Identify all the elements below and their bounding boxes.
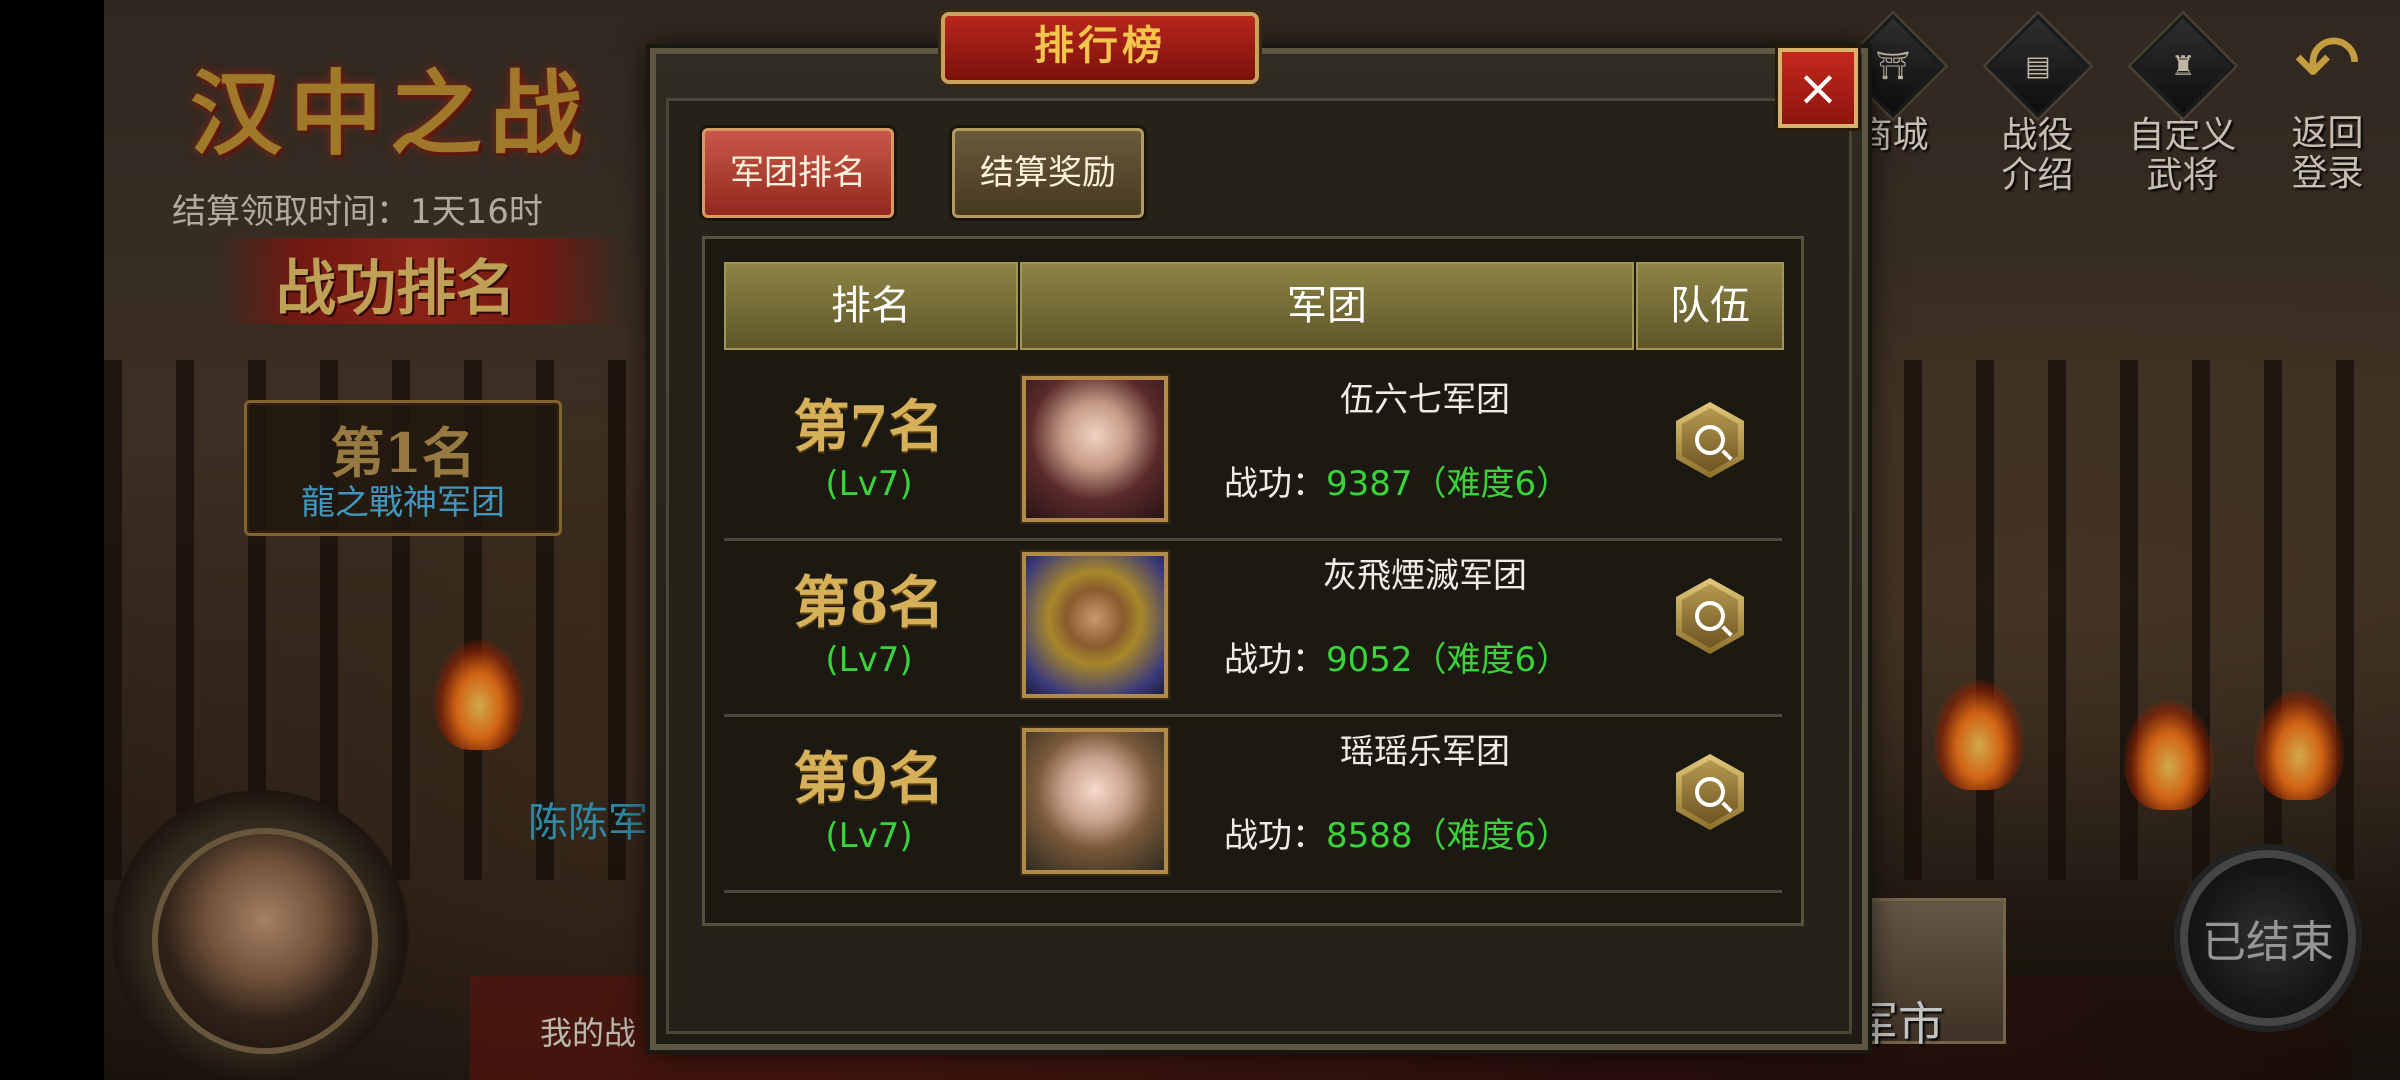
dialog-title-plate: 排行榜 xyxy=(941,12,1259,84)
column-header-team: 队伍 xyxy=(1636,262,1784,350)
legion-name: 伍六七军团 xyxy=(1340,380,1510,420)
rank-number: 第7名 xyxy=(793,394,945,460)
merit-score: 战功：9387（难度6） xyxy=(1224,464,1571,504)
tab-legion-ranking[interactable]: 军团排名 xyxy=(702,128,894,218)
column-header-rank: 排名 xyxy=(724,262,1018,350)
magnifier-icon xyxy=(1695,425,1725,455)
table-row[interactable]: 第7名 (Lv7) 伍六七军团 战功：9387（难度6） xyxy=(724,362,1782,541)
legion-name: 灰飛煙滅军团 xyxy=(1323,556,1527,596)
legion-level: (Lv7) xyxy=(825,464,913,504)
legion-name: 瑶瑶乐军团 xyxy=(1340,732,1510,772)
merit-score: 战功：9052（难度6） xyxy=(1224,640,1571,680)
merit-score: 战功：8588（难度6） xyxy=(1224,816,1571,856)
legion-leader-portrait xyxy=(1022,376,1168,522)
rank-number: 第9名 xyxy=(793,746,945,812)
table-row[interactable]: 第8名 (Lv7) 灰飛煙滅军团 战功：9052（难度6） xyxy=(724,538,1782,717)
legion-leader-portrait xyxy=(1022,552,1168,698)
legion-level: (Lv7) xyxy=(825,816,913,856)
column-header-legion: 军团 xyxy=(1020,262,1634,350)
tab-settlement-rewards[interactable]: 结算奖励 xyxy=(952,128,1144,218)
magnifier-icon xyxy=(1695,777,1725,807)
magnifier-icon xyxy=(1695,601,1725,631)
rank-number: 第8名 xyxy=(793,570,945,636)
close-button[interactable]: × xyxy=(1778,48,1858,128)
legion-level: (Lv7) xyxy=(825,640,913,680)
legion-leader-portrait xyxy=(1022,728,1168,874)
table-row[interactable]: 第9名 (Lv7) 瑶瑶乐军团 战功：8588（难度6） xyxy=(724,714,1782,893)
close-icon: × xyxy=(1797,59,1839,117)
dialog-title: 排行榜 xyxy=(1034,23,1166,69)
